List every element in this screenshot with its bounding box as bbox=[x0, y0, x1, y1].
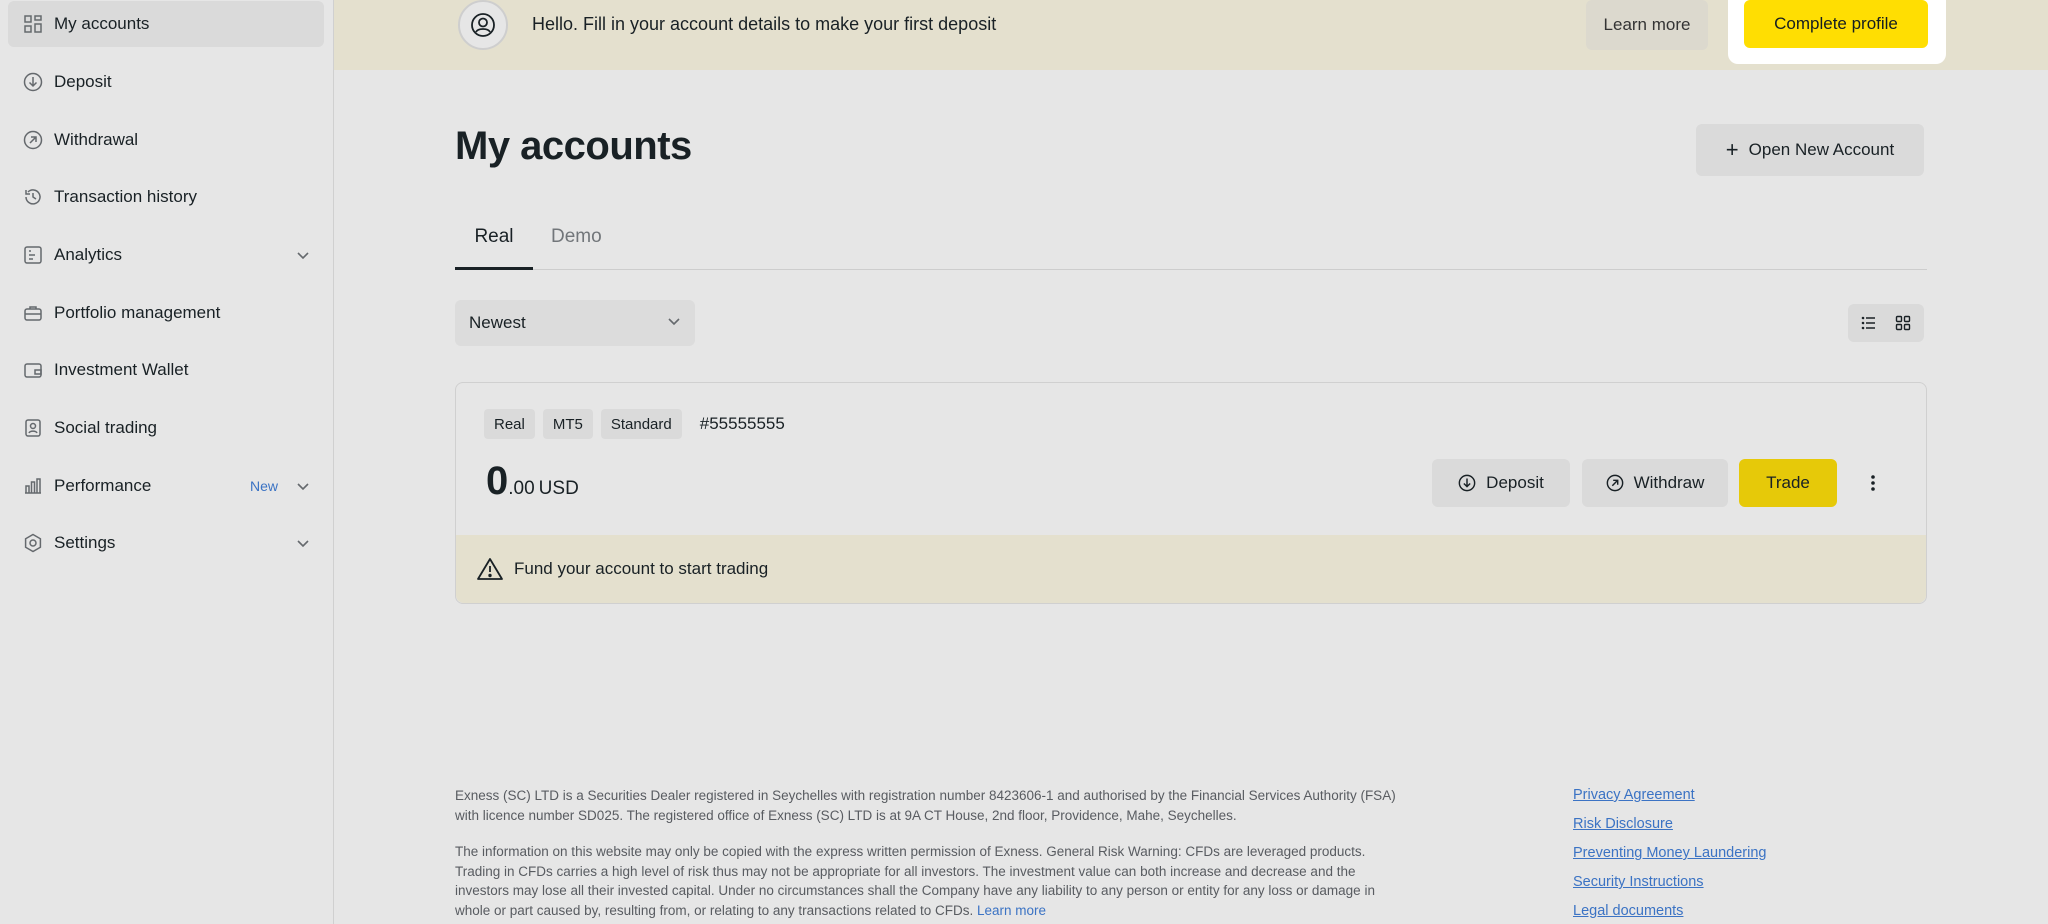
deposit-label: Deposit bbox=[1486, 473, 1544, 492]
chevron-down-icon bbox=[292, 475, 314, 497]
gear-icon bbox=[22, 532, 44, 554]
legal-documents-link[interactable]: Legal documents bbox=[1573, 902, 1766, 922]
sidebar-item-deposit[interactable]: Deposit bbox=[8, 59, 324, 105]
arrow-up-right-circle-icon bbox=[22, 129, 44, 151]
briefcase-icon bbox=[22, 302, 44, 324]
privacy-agreement-link[interactable]: Privacy Agreement bbox=[1573, 786, 1766, 806]
wallet-icon bbox=[22, 359, 44, 381]
view-toggle bbox=[1848, 304, 1924, 342]
chevron-down-icon bbox=[292, 244, 314, 266]
new-badge: New bbox=[249, 478, 278, 494]
warning-icon bbox=[476, 557, 504, 581]
social-trading-icon bbox=[22, 417, 44, 439]
sidebar-item-settings[interactable]: Settings bbox=[8, 520, 324, 566]
sidebar-item-transaction-history[interactable]: Transaction history bbox=[8, 174, 324, 220]
sidebar-item-label: Portfolio management bbox=[54, 303, 221, 322]
bar-chart-icon bbox=[22, 475, 44, 497]
more-options-icon[interactable] bbox=[1856, 463, 1890, 503]
sidebar-item-social-trading[interactable]: Social trading bbox=[8, 405, 324, 451]
user-avatar-icon bbox=[458, 0, 508, 50]
balance-integer: 0 bbox=[486, 459, 509, 503]
sidebar-item-label: Social trading bbox=[54, 418, 158, 437]
account-type-tabs: Real Demo bbox=[455, 218, 1927, 270]
withdraw-button[interactable]: Withdraw bbox=[1582, 459, 1728, 507]
account-tag: MT5 bbox=[542, 409, 593, 439]
grid-view-icon[interactable] bbox=[1888, 308, 1918, 338]
footer-paragraph-risk: The information on this website may only… bbox=[455, 842, 1400, 920]
chevron-down-icon bbox=[292, 532, 314, 554]
tab-real[interactable]: Real bbox=[455, 218, 533, 270]
footer-links: Privacy Agreement Risk Disclosure Preven… bbox=[1573, 786, 1766, 924]
sort-select[interactable]: Newest bbox=[455, 300, 695, 346]
sidebar-item-label: Performance bbox=[54, 476, 152, 495]
account-tags: Real MT5 Standard #55555555 bbox=[484, 409, 785, 439]
footer-learn-more-link[interactable]: Learn more bbox=[977, 903, 1046, 918]
list-view-icon[interactable] bbox=[1854, 308, 1884, 338]
sort-selected-value: Newest bbox=[469, 313, 526, 332]
learn-more-button[interactable]: Learn more bbox=[1586, 0, 1708, 50]
sidebar-item-analytics[interactable]: Analytics bbox=[8, 232, 324, 278]
balance-decimal: .00 bbox=[508, 478, 535, 499]
sidebar-item-label: Deposit bbox=[54, 72, 112, 91]
banner-message: Hello. Fill in your account details to m… bbox=[532, 14, 997, 34]
page-title: My accounts bbox=[455, 124, 692, 168]
complete-profile-button[interactable]: Complete profile bbox=[1744, 0, 1928, 48]
risk-disclosure-link[interactable]: Risk Disclosure bbox=[1573, 815, 1766, 835]
account-card: Real MT5 Standard #55555555 0 .00 USD De… bbox=[455, 382, 1927, 604]
analytics-icon bbox=[22, 244, 44, 266]
grid-icon bbox=[22, 13, 44, 35]
tab-demo[interactable]: Demo bbox=[551, 218, 602, 270]
sidebar-item-label: My accounts bbox=[54, 14, 150, 33]
chevron-down-icon bbox=[667, 313, 681, 333]
deposit-button[interactable]: Deposit bbox=[1432, 459, 1570, 507]
balance-currency: USD bbox=[538, 478, 579, 499]
account-tag: Real bbox=[484, 409, 535, 439]
fund-account-notice: Fund your account to start trading bbox=[456, 535, 1926, 603]
withdraw-label: Withdraw bbox=[1633, 473, 1705, 492]
sidebar-item-label: Investment Wallet bbox=[54, 360, 189, 379]
footer-paragraph: Exness (SC) LTD is a Securities Dealer r… bbox=[455, 788, 1396, 823]
open-new-account-label: Open New Account bbox=[1748, 140, 1895, 159]
account-tag: Standard bbox=[600, 409, 682, 439]
sidebar-item-label: Transaction history bbox=[54, 187, 197, 206]
preventing-money-laundering-link[interactable]: Preventing Money Laundering bbox=[1573, 844, 1766, 864]
security-instructions-link[interactable]: Security Instructions bbox=[1573, 873, 1766, 893]
arrow-down-circle-icon bbox=[1458, 474, 1476, 492]
sidebar: My accounts Deposit Withdrawal Transacti… bbox=[0, 0, 334, 924]
sidebar-item-portfolio-management[interactable]: Portfolio management bbox=[8, 290, 324, 336]
account-balance: 0 .00 USD bbox=[486, 459, 579, 504]
history-icon bbox=[22, 186, 44, 208]
footer-legal-text: Exness (SC) LTD is a Securities Dealer r… bbox=[455, 786, 1400, 924]
plus-icon: + bbox=[1725, 137, 1739, 162]
account-number: #55555555 bbox=[699, 414, 785, 433]
sidebar-item-performance[interactable]: Performance New bbox=[8, 463, 324, 509]
trade-button[interactable]: Trade bbox=[1739, 459, 1837, 507]
sidebar-item-investment-wallet[interactable]: Investment Wallet bbox=[8, 347, 324, 393]
open-new-account-button[interactable]: + Open New Account bbox=[1696, 124, 1924, 176]
arrow-up-right-circle-icon bbox=[1606, 474, 1624, 492]
footer-risk-text: The information on this website may only… bbox=[455, 844, 1375, 918]
sidebar-item-withdrawal[interactable]: Withdrawal bbox=[8, 117, 324, 163]
sidebar-item-my-accounts[interactable]: My accounts bbox=[8, 1, 324, 47]
sidebar-item-label: Analytics bbox=[54, 245, 123, 264]
fund-message: Fund your account to start trading bbox=[514, 559, 769, 578]
sidebar-item-label: Settings bbox=[54, 533, 116, 552]
arrow-down-circle-icon bbox=[22, 71, 44, 93]
sidebar-item-label: Withdrawal bbox=[54, 130, 139, 149]
